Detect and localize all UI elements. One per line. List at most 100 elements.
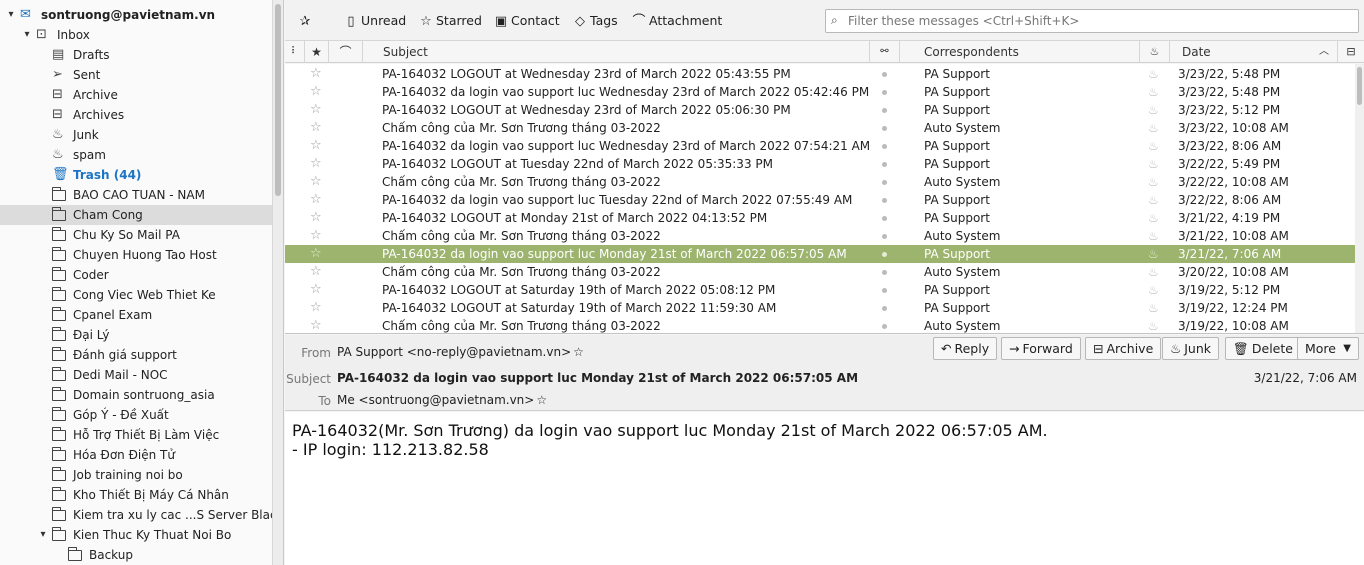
star-icon[interactable]: ☆: [310, 155, 322, 173]
reply-button[interactable]: ↶ Reply: [933, 337, 998, 360]
message-list-scrollbar[interactable]: [1355, 64, 1364, 333]
read-status-icon[interactable]: [882, 252, 887, 257]
read-status-column-icon[interactable]: ⚯: [870, 41, 900, 63]
attachment-filter-button[interactable]: ⌒ Attachment: [631, 10, 722, 32]
folder-drafts[interactable]: ▤ Drafts: [0, 45, 272, 65]
star-icon[interactable]: ☆: [310, 209, 322, 227]
read-status-icon[interactable]: [882, 270, 887, 275]
thread-column-icon[interactable]: ⠇: [285, 41, 305, 63]
message-row[interactable]: ☆ PA-164032 LOGOUT at Wednesday 23rd of M…: [285, 65, 1355, 83]
contact-filter-button[interactable]: ▣ Contact: [493, 10, 560, 32]
message-row[interactable]: ☆ PA-164032 LOGOUT at Monday 21st of Marc…: [285, 209, 1355, 227]
date-column-header[interactable]: Date ︿: [1170, 41, 1338, 63]
message-row[interactable]: ☆ Chấm công của Mr. Sơn Trương tháng 03-2…: [285, 227, 1355, 245]
message-row[interactable]: ☆ Chấm công của Mr. Sơn Trương tháng 03-2…: [285, 173, 1355, 191]
message-row[interactable]: ☆ PA-164032 da login vao support luc Tues…: [285, 191, 1355, 209]
read-status-icon[interactable]: [882, 108, 887, 113]
folder-item[interactable]: Đánh giá support: [0, 345, 272, 365]
unread-filter-button[interactable]: ▯ Unread: [343, 10, 406, 32]
folder-item[interactable]: Cham Cong: [0, 205, 272, 225]
subject-column-header[interactable]: Subject: [363, 41, 870, 63]
read-status-icon[interactable]: [882, 216, 887, 221]
folder-spam[interactable]: ♨ spam: [0, 145, 272, 165]
star-icon[interactable]: ☆: [310, 299, 322, 317]
junk-status-icon[interactable]: ♨: [1148, 299, 1159, 317]
junk-column-icon[interactable]: ♨: [1140, 41, 1170, 63]
junk-button[interactable]: ♨ Junk: [1162, 337, 1219, 360]
star-icon[interactable]: ☆: [310, 245, 322, 263]
starred-filter-button[interactable]: ☆ Starred: [418, 10, 482, 32]
read-status-icon[interactable]: [882, 288, 887, 293]
folder-account[interactable]: ▾ ✉ sontruong@pavietnam.vn: [0, 5, 272, 25]
junk-status-icon[interactable]: ♨: [1148, 245, 1159, 263]
folder-item[interactable]: Dedi Mail - NOC: [0, 365, 272, 385]
junk-status-icon[interactable]: ♨: [1148, 173, 1159, 191]
delete-button[interactable]: 🗑 Delete: [1225, 337, 1301, 360]
from-address[interactable]: PA Support <no-reply@pavietnam.vn>: [337, 345, 571, 359]
message-row[interactable]: ☆ PA-164032 da login vao support luc Mond…: [285, 245, 1355, 263]
message-row[interactable]: ☆ PA-164032 da login vao support luc Wedn…: [285, 137, 1355, 155]
star-icon[interactable]: ☆: [310, 83, 322, 101]
message-row[interactable]: ☆ PA-164032 LOGOUT at Saturday 19th of Ma…: [285, 299, 1355, 317]
to-address[interactable]: Me <sontruong@pavietnam.vn>: [337, 393, 534, 407]
read-status-icon[interactable]: [882, 180, 887, 185]
filter-input[interactable]: [848, 12, 1348, 30]
folder-item[interactable]: Chu Ky So Mail PA: [0, 225, 272, 245]
archive-button[interactable]: ⊟ Archive: [1085, 337, 1162, 360]
folder-item[interactable]: Coder: [0, 265, 272, 285]
folder-item[interactable]: Cpanel Exam: [0, 305, 272, 325]
junk-status-icon[interactable]: ♨: [1148, 119, 1159, 137]
message-row[interactable]: ☆ Chấm công của Mr. Sơn Trương tháng 03-2…: [285, 119, 1355, 137]
folder-item[interactable]: Job training noi bo: [0, 465, 272, 485]
column-picker-icon[interactable]: ⊟: [1338, 41, 1364, 63]
read-status-icon[interactable]: [882, 72, 887, 77]
star-icon[interactable]: ☆: [310, 227, 322, 245]
message-row[interactable]: ☆ PA-164032 da login vao support luc Wedn…: [285, 83, 1355, 101]
folder-scrollbar-thumb[interactable]: [275, 4, 281, 196]
star-icon[interactable]: ☆: [573, 345, 584, 359]
folder-scrollbar[interactable]: [272, 0, 283, 565]
junk-status-icon[interactable]: ♨: [1148, 137, 1159, 155]
to-value[interactable]: Me <sontruong@pavietnam.vn> ☆: [337, 393, 547, 407]
folder-item[interactable]: Cong Viec Web Thiet Ke: [0, 285, 272, 305]
read-status-icon[interactable]: [882, 234, 887, 239]
junk-status-icon[interactable]: ♨: [1148, 83, 1159, 101]
correspondents-column-header[interactable]: Correspondents: [900, 41, 1140, 63]
star-icon[interactable]: ☆: [310, 137, 322, 155]
read-status-icon[interactable]: [882, 126, 887, 131]
star-icon[interactable]: ☆: [310, 101, 322, 119]
folder-inbox[interactable]: ▾ ⊡ Inbox: [0, 25, 272, 45]
tags-filter-button[interactable]: ◇ Tags: [572, 10, 618, 32]
chevron-down-icon[interactable]: ▾: [20, 25, 34, 45]
message-row[interactable]: ☆ Chấm công của Mr. Sơn Trương tháng 03-2…: [285, 317, 1355, 333]
read-status-icon[interactable]: [882, 324, 887, 329]
folder-item[interactable]: Backup: [0, 545, 272, 565]
starred-column-icon[interactable]: ★: [305, 41, 329, 63]
junk-status-icon[interactable]: ♨: [1148, 227, 1159, 245]
folder-item[interactable]: Hỗ Trợ Thiết Bị Làm Việc: [0, 425, 272, 445]
filter-field[interactable]: ⌕: [825, 9, 1359, 33]
folder-trash[interactable]: 🗑 Trash (44): [0, 165, 272, 185]
star-icon[interactable]: ☆: [310, 173, 322, 191]
from-value[interactable]: PA Support <no-reply@pavietnam.vn> ☆: [337, 345, 584, 359]
read-status-icon[interactable]: [882, 306, 887, 311]
message-list-scrollbar-thumb[interactable]: [1357, 67, 1362, 105]
junk-status-icon[interactable]: ♨: [1148, 65, 1159, 83]
folder-item[interactable]: Đại Lý: [0, 325, 272, 345]
pin-filter-button[interactable]: ✰: [297, 10, 315, 32]
message-row[interactable]: ☆ PA-164032 LOGOUT at Saturday 19th of Ma…: [285, 281, 1355, 299]
junk-status-icon[interactable]: ♨: [1148, 317, 1159, 333]
star-icon[interactable]: ☆: [310, 281, 322, 299]
folder-item[interactable]: Góp Ý - Đề Xuất: [0, 405, 272, 425]
chevron-down-icon[interactable]: ▾: [4, 5, 18, 25]
read-status-icon[interactable]: [882, 162, 887, 167]
star-icon[interactable]: ☆: [310, 65, 322, 83]
forward-button[interactable]: → Forward: [1001, 337, 1081, 360]
junk-status-icon[interactable]: ♨: [1148, 263, 1159, 281]
junk-status-icon[interactable]: ♨: [1148, 191, 1159, 209]
read-status-icon[interactable]: [882, 90, 887, 95]
read-status-icon[interactable]: [882, 198, 887, 203]
attachment-column-icon[interactable]: ⌒: [329, 41, 363, 63]
star-icon[interactable]: ☆: [310, 119, 322, 137]
folder-item[interactable]: BAO CAO TUAN - NAM: [0, 185, 272, 205]
